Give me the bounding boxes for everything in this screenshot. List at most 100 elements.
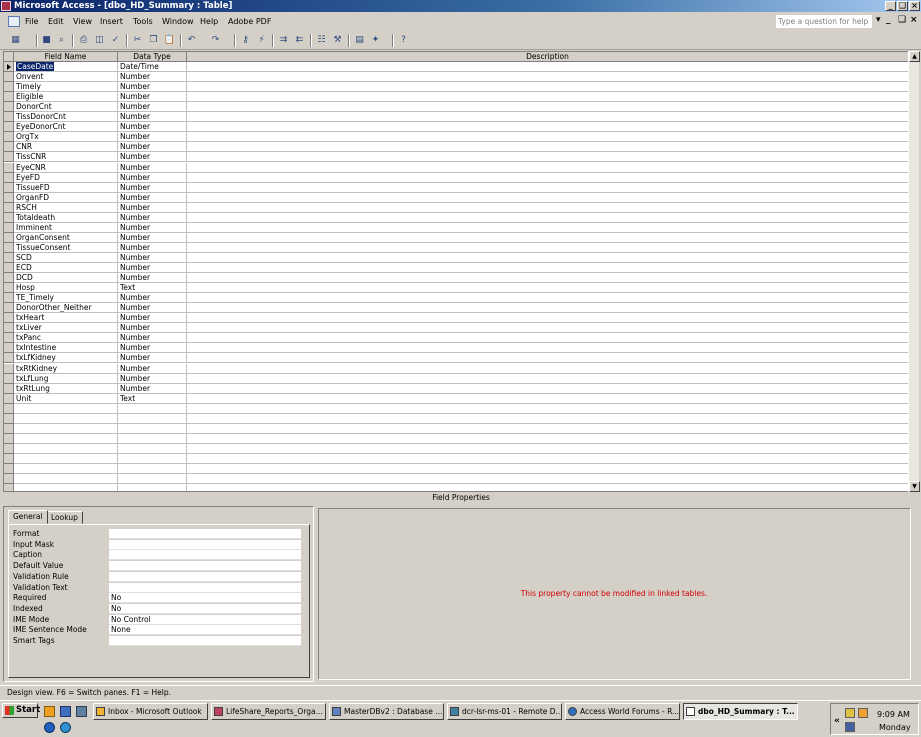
row-selector[interactable] bbox=[4, 303, 14, 314]
row-selector[interactable] bbox=[4, 413, 14, 424]
description-cell[interactable] bbox=[187, 293, 909, 304]
row-selector[interactable] bbox=[4, 242, 14, 253]
description-cell[interactable] bbox=[187, 313, 909, 324]
field-name-cell[interactable]: OrgTx bbox=[14, 132, 118, 143]
field-name-cell[interactable] bbox=[14, 403, 118, 414]
row-selector[interactable] bbox=[4, 132, 14, 143]
data-type-cell[interactable] bbox=[118, 443, 187, 454]
indexes-icon[interactable]: ⚡ bbox=[255, 34, 268, 47]
field-name-cell[interactable] bbox=[14, 453, 118, 464]
header-field-name[interactable]: Field Name bbox=[14, 52, 118, 62]
property-value[interactable]: No bbox=[109, 603, 301, 614]
outlook-quicklaunch-icon[interactable] bbox=[44, 706, 55, 717]
table-row[interactable]: txHeart Number bbox=[4, 313, 909, 324]
table-row[interactable]: Imminent Number bbox=[4, 222, 909, 233]
data-type-cell[interactable]: Number bbox=[118, 142, 187, 153]
tray-outlook-icon[interactable] bbox=[858, 708, 868, 718]
data-type-cell[interactable]: Number bbox=[118, 212, 187, 223]
field-name-cell[interactable]: Unit bbox=[14, 393, 118, 404]
build-icon[interactable]: ⚒ bbox=[331, 34, 344, 47]
description-cell[interactable] bbox=[187, 373, 909, 384]
data-type-cell[interactable] bbox=[118, 403, 187, 414]
scroll-up-icon[interactable]: ▲ bbox=[909, 51, 920, 62]
help-dropdown-icon[interactable]: ▾ bbox=[876, 15, 881, 25]
menu-edit[interactable]: Edit bbox=[48, 17, 64, 26]
field-name-cell[interactable]: txRtKidney bbox=[14, 363, 118, 374]
taskbar-lifeshare-reports[interactable]: LifeShare_Reports_Orga... bbox=[211, 703, 326, 720]
description-cell[interactable] bbox=[187, 162, 909, 173]
table-row[interactable] bbox=[4, 423, 909, 434]
description-cell[interactable] bbox=[187, 152, 909, 163]
data-type-cell[interactable]: Number bbox=[118, 303, 187, 314]
row-selector[interactable] bbox=[4, 202, 14, 213]
field-name-cell[interactable]: txLfLung bbox=[14, 373, 118, 384]
description-cell[interactable] bbox=[187, 112, 909, 123]
data-type-cell[interactable]: Number bbox=[118, 222, 187, 233]
menu-file[interactable]: File bbox=[25, 17, 38, 26]
table-row[interactable]: txIntestine Number bbox=[4, 343, 909, 354]
field-name-cell[interactable]: Totaldeath bbox=[14, 212, 118, 223]
description-cell[interactable] bbox=[187, 142, 909, 153]
description-cell[interactable] bbox=[187, 182, 909, 193]
property-value[interactable] bbox=[109, 561, 301, 572]
description-cell[interactable] bbox=[187, 202, 909, 213]
data-type-cell[interactable] bbox=[118, 413, 187, 424]
field-name-cell[interactable]: txRtLung bbox=[14, 383, 118, 394]
tab-lookup[interactable]: Lookup bbox=[46, 511, 83, 524]
row-selector[interactable] bbox=[4, 232, 14, 243]
table-row[interactable]: EyeFD Number bbox=[4, 172, 909, 183]
row-selector[interactable] bbox=[4, 333, 14, 344]
field-name-cell[interactable]: Imminent bbox=[14, 222, 118, 233]
description-cell[interactable] bbox=[187, 82, 909, 93]
description-cell[interactable] bbox=[187, 464, 909, 474]
row-selector[interactable] bbox=[4, 122, 14, 133]
description-cell[interactable] bbox=[187, 393, 909, 404]
table-row[interactable]: txLfLung Number bbox=[4, 373, 909, 384]
field-name-cell[interactable]: DCD bbox=[14, 273, 118, 284]
data-type-cell[interactable]: Number bbox=[118, 333, 187, 344]
table-row[interactable]: OrganConsent Number bbox=[4, 232, 909, 243]
taskbar-access-forums[interactable]: Access World Forums - R... bbox=[565, 703, 680, 720]
table-row[interactable] bbox=[4, 443, 909, 454]
description-cell[interactable] bbox=[187, 132, 909, 143]
field-name-cell[interactable]: Timely bbox=[14, 82, 118, 93]
field-name-cell[interactable] bbox=[14, 443, 118, 454]
data-type-cell[interactable] bbox=[118, 453, 187, 464]
property-value[interactable] bbox=[109, 529, 301, 539]
doc-close-button[interactable]: × bbox=[910, 15, 918, 25]
table-row[interactable]: DonorCnt Number bbox=[4, 102, 909, 113]
data-type-cell[interactable]: Number bbox=[118, 182, 187, 193]
data-type-cell[interactable]: Number bbox=[118, 162, 187, 173]
row-selector[interactable] bbox=[4, 423, 14, 434]
field-name-cell[interactable]: EyeFD bbox=[14, 172, 118, 183]
data-type-cell[interactable]: Text bbox=[118, 393, 187, 404]
row-selector[interactable] bbox=[4, 363, 14, 374]
header-description[interactable]: Description bbox=[187, 52, 909, 62]
description-cell[interactable] bbox=[187, 453, 909, 464]
print-preview-icon[interactable]: ◫ bbox=[93, 34, 106, 47]
row-selector[interactable] bbox=[4, 82, 14, 93]
field-name-cell[interactable] bbox=[14, 464, 118, 474]
field-name-cell[interactable]: txPanc bbox=[14, 333, 118, 344]
data-type-cell[interactable]: Number bbox=[118, 373, 187, 384]
field-name-cell[interactable] bbox=[14, 474, 118, 485]
description-cell[interactable] bbox=[187, 343, 909, 354]
table-row[interactable]: TissueFD Number bbox=[4, 182, 909, 193]
data-type-cell[interactable]: Number bbox=[118, 343, 187, 354]
tray-clock[interactable]: 9:09 AM bbox=[877, 710, 910, 719]
row-selector[interactable] bbox=[4, 283, 14, 294]
menu-adobe-pdf[interactable]: Adobe PDF bbox=[228, 17, 271, 26]
tray-network-icon[interactable] bbox=[845, 722, 855, 732]
cut-icon[interactable]: ✂ bbox=[131, 34, 144, 47]
row-selector[interactable] bbox=[4, 273, 14, 284]
data-type-cell[interactable]: Number bbox=[118, 202, 187, 213]
field-name-cell[interactable]: RSCH bbox=[14, 202, 118, 213]
data-type-cell[interactable]: Number bbox=[118, 252, 187, 263]
field-name-cell[interactable]: TissueFD bbox=[14, 182, 118, 193]
show-hidden-icons-chevron-icon[interactable]: « bbox=[834, 716, 840, 726]
data-type-cell[interactable]: Number bbox=[118, 102, 187, 113]
data-type-cell[interactable]: Number bbox=[118, 192, 187, 203]
data-type-cell[interactable]: Number bbox=[118, 353, 187, 364]
new-object-icon[interactable]: ✦ bbox=[369, 34, 382, 47]
property-value[interactable] bbox=[109, 582, 301, 593]
